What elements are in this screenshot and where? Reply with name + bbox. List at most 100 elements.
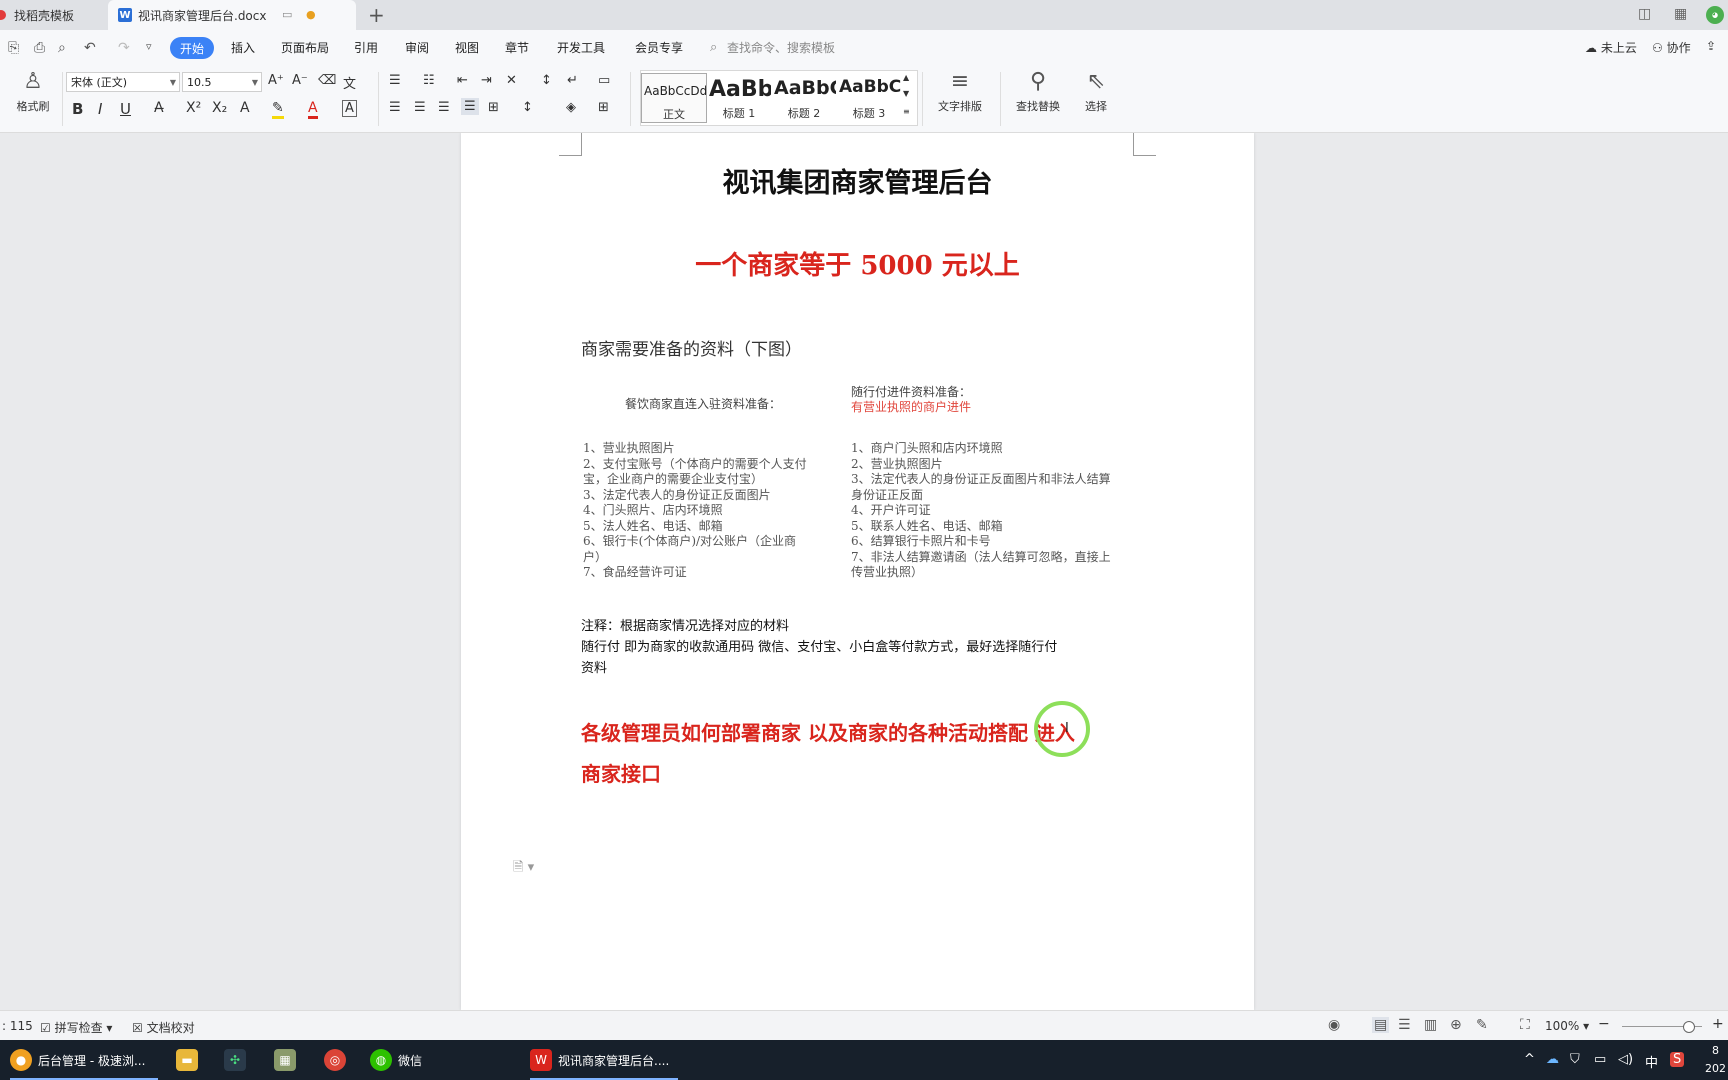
bold-icon[interactable]: B (72, 100, 83, 118)
scroll-down-icon[interactable]: ▼ (903, 89, 909, 98)
collab-button[interactable]: ⚇ 协作 (1652, 39, 1691, 56)
style-heading-2[interactable]: AaBbC 标题 2 (772, 73, 836, 121)
menu-developer[interactable]: 开发工具 (557, 39, 605, 56)
print-icon[interactable]: ⎙ (34, 40, 45, 56)
shading-icon[interactable]: ◈ (566, 100, 576, 115)
underline-icon[interactable]: U (120, 100, 131, 118)
menu-references[interactable]: 引用 (354, 39, 378, 56)
align-right-icon[interactable]: ☰ (438, 100, 450, 115)
word-count[interactable]: : 115 (2, 1019, 33, 1033)
unsaved-dot-icon[interactable]: ● (306, 8, 316, 21)
document-page[interactable]: 视讯集团商家管理后台 一个商家等于 5000 元以上 商家需要准备的资料（下图）… (461, 133, 1254, 1010)
undo-icon[interactable]: ↶ (84, 40, 96, 56)
shrink-font-icon[interactable]: A⁻ (292, 73, 308, 88)
share-icon[interactable]: ⇪ (1706, 39, 1716, 53)
find-replace-button[interactable]: ⚲ 查找替换 (1006, 66, 1070, 114)
layout-icon[interactable]: ◫ (1638, 6, 1651, 22)
highlight-icon[interactable]: ✎ (272, 100, 284, 119)
show-marks-icon[interactable]: ↵ (567, 73, 578, 88)
taskbar-wechat[interactable]: ◍ 微信 (370, 1040, 480, 1080)
avatar[interactable]: ◕ (1706, 6, 1724, 24)
print-preview-icon[interactable]: ⌕ (58, 40, 66, 56)
sogou-ime-icon[interactable]: S (1670, 1052, 1685, 1067)
monitor-icon[interactable]: ▭ (282, 8, 292, 21)
style-heading-1[interactable]: AaBb 标题 1 (707, 73, 771, 121)
web-view-icon[interactable]: ⊕ (1450, 1017, 1462, 1033)
zoom-level[interactable]: 100% ▾ (1545, 1019, 1589, 1033)
eye-protection-icon[interactable]: ◉ (1328, 1017, 1340, 1033)
ime-indicator[interactable]: 中 (1645, 1052, 1658, 1071)
style-normal[interactable]: AaBbCcDd 正文 (641, 73, 707, 123)
distribute-icon[interactable]: ⊞ (488, 100, 499, 115)
font-size-select[interactable]: 10.5 ▼ (182, 72, 262, 92)
onedrive-icon[interactable]: ☁ (1546, 1052, 1559, 1067)
zoom-slider[interactable] (1622, 1021, 1702, 1033)
justify-icon[interactable]: ☰ (461, 98, 479, 115)
line-spacing-icon[interactable]: ↕ (522, 100, 533, 115)
text-layout-button[interactable]: ≡ 文字排版 (928, 66, 992, 114)
menu-chapter[interactable]: 章节 (505, 39, 529, 56)
menu-member[interactable]: 会员专享 (635, 39, 683, 56)
select-button[interactable]: ⇖ 选择 (1074, 66, 1118, 114)
subscript-icon[interactable]: X₂ (212, 100, 227, 116)
spell-check-toggle[interactable]: ☑ 拼写检查 ▾ (40, 1019, 112, 1036)
paragraph-handle-icon[interactable]: 🗎 ▾ (513, 858, 534, 880)
outline-view-icon[interactable]: ☰ (1398, 1017, 1411, 1033)
pen-icon[interactable]: ✎ (1476, 1017, 1488, 1033)
document-area[interactable]: 视讯集团商家管理后台 一个商家等于 5000 元以上 商家需要准备的资料（下图）… (0, 133, 1728, 1010)
defender-icon[interactable]: ⛉ (1570, 1052, 1580, 1067)
text-effect-icon[interactable]: A (240, 100, 250, 116)
page-view-icon[interactable]: ▤ (1372, 1017, 1390, 1033)
menu-view[interactable]: 视图 (455, 39, 479, 56)
font-name-select[interactable]: 宋体 (正文) ▼ (66, 72, 180, 92)
menu-page-layout[interactable]: 页面布局 (281, 39, 329, 56)
tab-templates[interactable]: 找稻壳模板 (0, 0, 105, 30)
strikethrough-icon[interactable]: A̶ (154, 100, 164, 116)
menu-insert[interactable]: 插入 (231, 39, 255, 56)
increase-indent-icon[interactable]: ⇥ (481, 73, 492, 88)
scroll-up-icon[interactable]: ▲ (903, 73, 909, 82)
tab-document[interactable]: W 视讯商家管理后台.docx ▭ ● (108, 0, 356, 30)
clock-date[interactable]: 202 (1705, 1062, 1726, 1075)
italic-icon[interactable]: I (98, 100, 102, 118)
network-icon[interactable]: ▭ (1594, 1052, 1606, 1067)
taskbar-browser[interactable]: ● 后台管理 - 极速浏... (10, 1040, 158, 1080)
phonetic-icon[interactable]: 文 (343, 73, 356, 92)
format-painter-button[interactable]: ♙ 格式刷 (10, 66, 56, 114)
volume-icon[interactable]: ◁) (1618, 1052, 1633, 1067)
cloud-status[interactable]: ☁ 未上云 (1585, 39, 1637, 56)
zoom-slider-handle[interactable] (1682, 1021, 1695, 1033)
chinese-layout-icon[interactable]: ✕ (506, 73, 517, 88)
ruler-icon[interactable]: ▭ (598, 73, 610, 88)
taskbar-file-explorer[interactable]: ▬ (176, 1040, 204, 1080)
command-search-input[interactable]: 查找命令、搜索模板 (727, 39, 835, 56)
save-icon[interactable]: ⎘ (8, 40, 19, 56)
redo-icon[interactable]: ↷ (118, 40, 130, 56)
numbered-list-icon[interactable]: ☷ (423, 73, 435, 88)
fit-page-icon[interactable]: ⛶ (1520, 1017, 1530, 1033)
clock-time[interactable]: 8 (1712, 1044, 1719, 1057)
superscript-icon[interactable]: X² (186, 100, 201, 116)
decrease-indent-icon[interactable]: ⇤ (457, 73, 468, 88)
new-tab-plus-icon[interactable]: + (368, 3, 385, 27)
sort-icon[interactable]: ↕ (541, 73, 552, 88)
customize-chevron-icon[interactable]: ▿ (146, 40, 152, 53)
taskbar-app-pinwheel[interactable]: ✣ (224, 1040, 252, 1080)
grid-apps-icon[interactable]: ▦ (1674, 6, 1687, 22)
taskbar-calculator[interactable]: ▦ (274, 1040, 302, 1080)
reading-view-icon[interactable]: ▥ (1424, 1017, 1437, 1033)
doc-proof-button[interactable]: ☒ 文档校对 (132, 1019, 195, 1036)
taskbar-wps-doc[interactable]: W 视讯商家管理后台.... (530, 1040, 678, 1080)
menu-review[interactable]: 审阅 (405, 39, 429, 56)
grow-font-icon[interactable]: A⁺ (268, 73, 284, 88)
taskbar-chrome[interactable]: ◎ (324, 1040, 352, 1080)
align-center-icon[interactable]: ☰ (414, 100, 426, 115)
tray-expand-icon[interactable]: ^ (1524, 1052, 1535, 1067)
zoom-in-icon[interactable]: + (1712, 1016, 1724, 1032)
style-heading-3[interactable]: AaBbC 标题 3 (837, 73, 901, 121)
clear-format-icon[interactable]: ⌫ (318, 73, 336, 88)
font-color-icon[interactable]: A (308, 100, 318, 119)
zoom-out-icon[interactable]: − (1598, 1016, 1610, 1032)
expand-gallery-icon[interactable]: ≡ (903, 107, 910, 116)
char-border-icon[interactable]: A (342, 100, 357, 117)
